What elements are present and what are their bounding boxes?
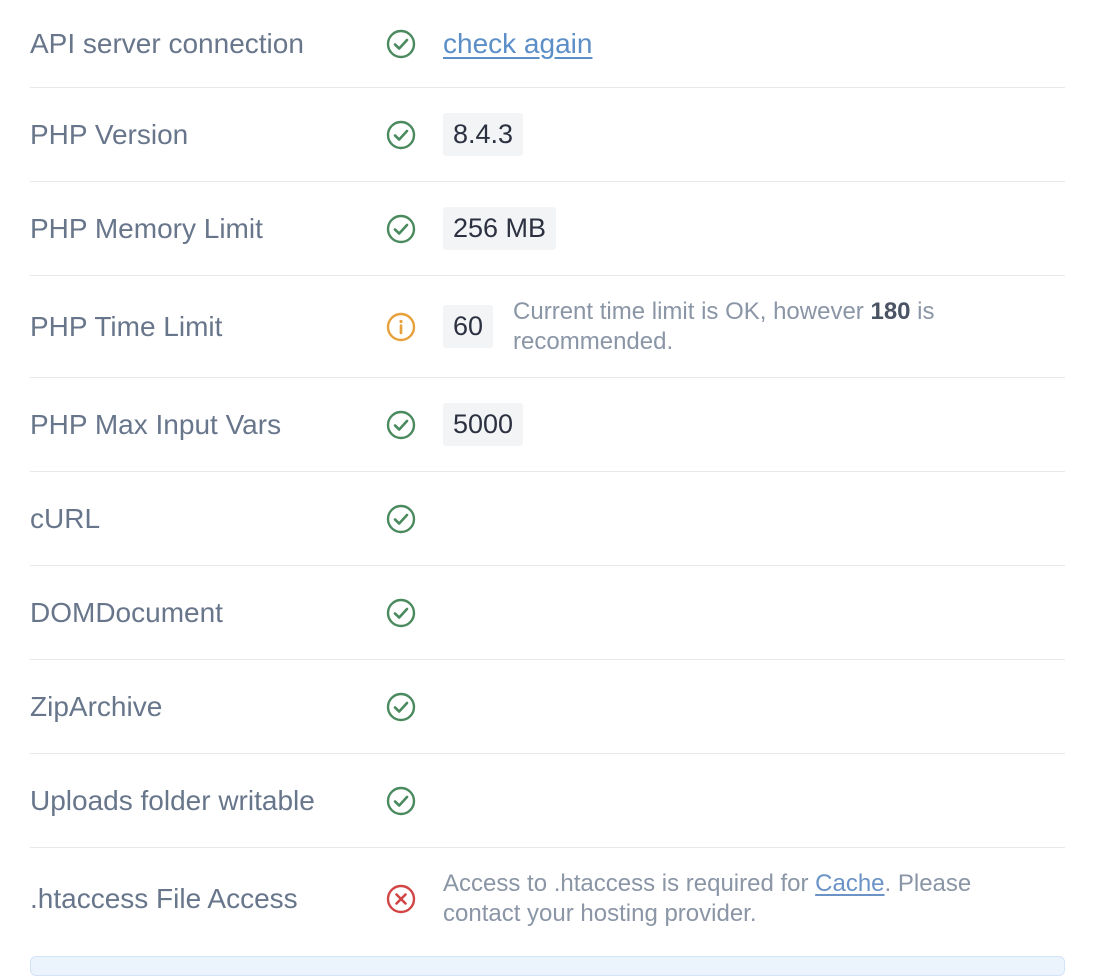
check-circle-icon [386, 692, 443, 722]
system-status-table: API server connection check again PHP Ve… [30, 0, 1065, 950]
check-circle-icon [386, 214, 443, 244]
check-circle-icon [386, 786, 443, 816]
status-row-curl: cURL [30, 472, 1065, 566]
value-badge: 5000 [443, 403, 524, 446]
check-again-link[interactable]: check again [443, 28, 592, 60]
status-row-domdocument: DOMDocument [30, 566, 1065, 660]
value-badge: 8.4.3 [443, 113, 524, 156]
check-circle-icon [386, 120, 443, 150]
row-label: DOMDocument [30, 596, 223, 628]
info-banner [30, 956, 1065, 976]
check-circle-icon [386, 410, 443, 440]
check-circle-icon [386, 29, 443, 59]
cache-link[interactable]: Cache [815, 870, 884, 897]
status-row-ziparchive: ZipArchive [30, 660, 1065, 754]
htaccess-note: Access to .htaccess is required for Cach… [443, 870, 972, 927]
status-row-php-max-input-vars: PHP Max Input Vars 5000 [30, 378, 1065, 472]
status-row-php-time-limit: PHP Time Limit 60 Current time limit is … [30, 276, 1065, 378]
time-limit-note: Current time limit is OK, however 180 is… [513, 297, 935, 355]
value-badge: 256 MB [443, 207, 557, 250]
row-label: API server connection [30, 27, 304, 59]
row-label: ZipArchive [30, 690, 163, 722]
status-row-php-memory-limit: PHP Memory Limit 256 MB [30, 182, 1065, 276]
x-circle-icon [386, 884, 443, 914]
row-label: .htaccess File Access [30, 883, 298, 914]
status-row-api-server: API server connection check again [30, 0, 1065, 88]
status-row-php-version: PHP Version 8.4.3 [30, 88, 1065, 182]
row-label: Uploads folder writable [30, 784, 315, 816]
row-label: PHP Version [30, 118, 189, 150]
row-label: PHP Time Limit [30, 310, 223, 342]
status-row-uploads-folder: Uploads folder writable [30, 754, 1065, 848]
row-label: cURL [30, 502, 101, 534]
row-label: PHP Max Input Vars [30, 408, 282, 440]
value-badge: 60 [443, 305, 494, 348]
info-circle-icon [386, 312, 443, 342]
row-label: PHP Memory Limit [30, 212, 263, 244]
status-row-htaccess: .htaccess File Access Access to .htacces… [30, 848, 1065, 950]
check-circle-icon [386, 504, 443, 534]
recommended-value: 180 [870, 297, 911, 325]
check-circle-icon [386, 598, 443, 628]
